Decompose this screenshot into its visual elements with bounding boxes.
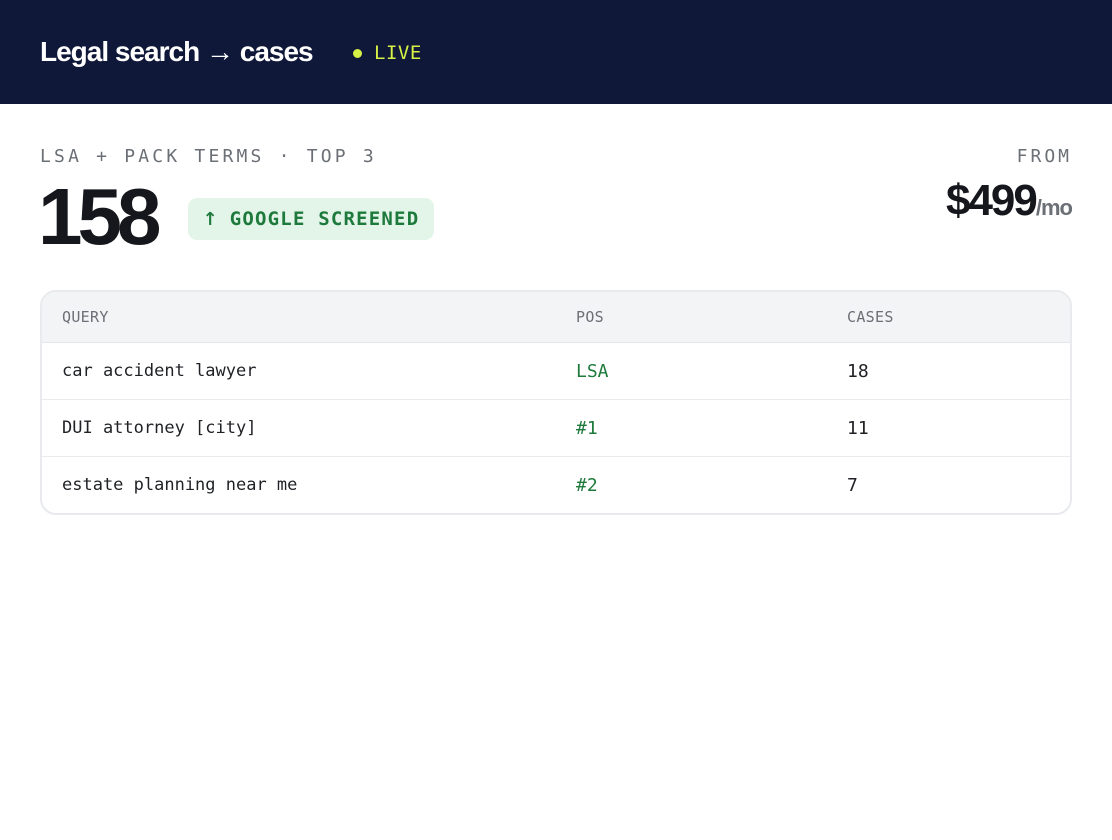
column-header-pos: POS — [576, 308, 604, 326]
live-status-label: LIVE — [374, 42, 422, 64]
column-header-cases: CASES — [847, 308, 894, 326]
row-position: #1 — [576, 417, 598, 439]
column-header-query: QUERY — [62, 308, 109, 326]
badge-label: GOOGLE SCREENED — [229, 208, 420, 230]
table-row: DUI attorney [city] #1 11 — [42, 400, 1070, 457]
live-dot-icon — [353, 48, 362, 58]
price-amount: $499 — [945, 176, 1038, 225]
queries-table: QUERY POS CASES car accident lawyer LSA … — [40, 290, 1072, 515]
row-query: DUI attorney [city] — [62, 418, 257, 438]
row-position: #2 — [576, 474, 598, 496]
row-cases: 18 — [847, 360, 869, 382]
price-unit: /mo — [1035, 195, 1073, 220]
row-position: LSA — [576, 360, 609, 382]
arrow-up-icon: ↑ — [202, 208, 218, 230]
table-row: car accident lawyer LSA 18 — [42, 343, 1070, 400]
google-screened-badge: ↑ GOOGLE SCREENED — [188, 198, 434, 240]
price-caption: FROM — [1016, 146, 1072, 167]
header-bar: Legal search → cases LIVE — [0, 0, 1112, 104]
row-cases: 11 — [847, 417, 869, 439]
row-cases: 7 — [847, 474, 858, 496]
table-header: QUERY POS CASES — [42, 292, 1070, 343]
live-status: LIVE — [353, 42, 422, 64]
row-query: estate planning near me — [62, 475, 298, 495]
cases-count: 158 — [38, 172, 162, 261]
price: $499 /mo — [945, 176, 1073, 226]
page-title: Legal search → cases — [40, 36, 314, 67]
row-query: car accident lawyer — [62, 361, 257, 381]
metric-caption: LSA + PACK TERMS · TOP 3 — [40, 146, 377, 167]
table-row: estate planning near me #2 7 — [42, 457, 1070, 513]
